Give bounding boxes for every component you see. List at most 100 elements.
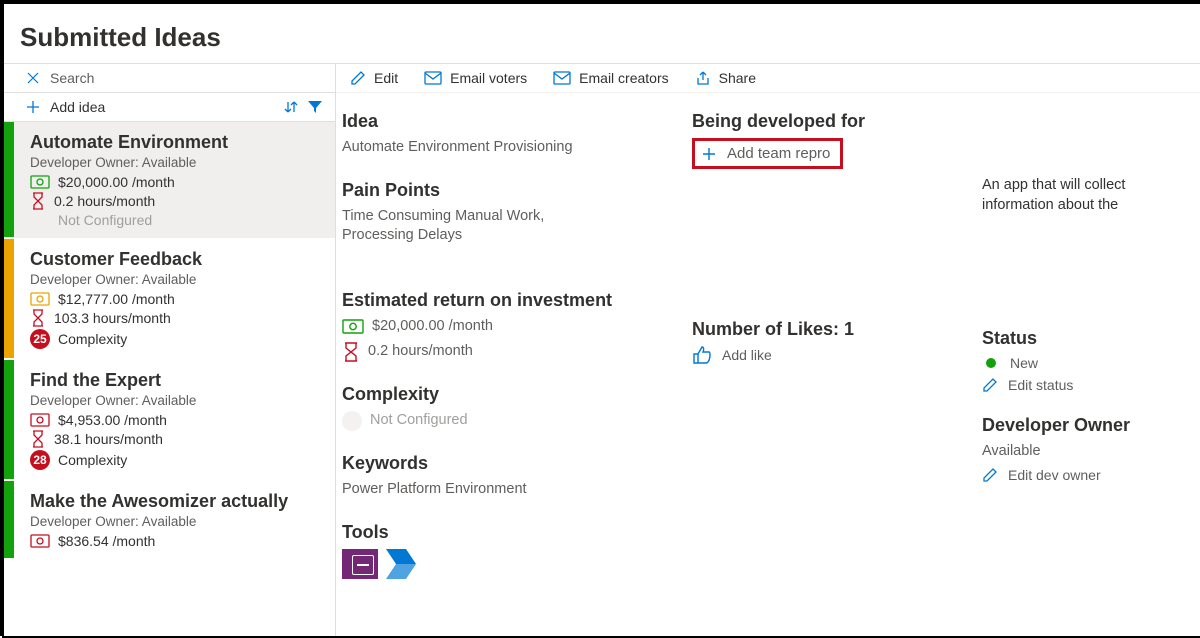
filter-icon[interactable] bbox=[307, 99, 323, 115]
idea-complexity-row: 28 Complexity bbox=[30, 450, 323, 470]
edit-icon bbox=[982, 377, 998, 393]
email-creators-label: Email creators bbox=[579, 70, 668, 86]
pain-heading: Pain Points bbox=[342, 180, 680, 201]
idea-owner: Developer Owner: Available bbox=[30, 514, 323, 529]
idea-complexity-row: Not Configured bbox=[30, 212, 323, 228]
status-dot-icon bbox=[986, 358, 996, 368]
email-voters-button[interactable]: Email voters bbox=[424, 70, 527, 86]
app-root: Submitted Ideas Search Add idea bbox=[4, 4, 1200, 636]
plus-icon bbox=[701, 146, 717, 162]
idea-owner: Developer Owner: Available bbox=[30, 272, 323, 287]
idea-cost-row: $836.54 /month bbox=[30, 533, 323, 549]
idea-item[interactable]: Automate Environment Developer Owner: Av… bbox=[4, 122, 335, 239]
email-creators-button[interactable]: Email creators bbox=[553, 70, 668, 86]
search-placeholder: Search bbox=[50, 70, 94, 86]
edit-dev-owner-button[interactable]: Edit dev owner bbox=[982, 467, 1194, 483]
page-title: Submitted Ideas bbox=[4, 4, 1200, 63]
hourglass-icon bbox=[30, 430, 46, 448]
idea-hours: 0.2 hours/month bbox=[54, 193, 155, 209]
detail-toolbar: Edit Email voters Email creators Share bbox=[336, 64, 1200, 93]
mail-icon bbox=[553, 71, 571, 85]
idea-cost: $12,777.00 /month bbox=[58, 291, 175, 307]
edit-label: Edit bbox=[374, 70, 398, 86]
idea-complexity: Complexity bbox=[58, 452, 127, 468]
idea-item[interactable]: Make the Awesomizer actually Developer O… bbox=[4, 481, 335, 560]
body: Search Add idea bbox=[4, 63, 1200, 636]
roi-hours-row: 0.2 hours/month bbox=[342, 342, 680, 362]
add-like-button[interactable]: Add like bbox=[692, 346, 970, 364]
idea-complexity-row: 25 Complexity bbox=[30, 329, 323, 349]
idea-item[interactable]: Customer Feedback Developer Owner: Avail… bbox=[4, 239, 335, 360]
share-icon bbox=[695, 70, 711, 86]
detail-grid: Idea Automate Environment Provisioning P… bbox=[336, 93, 1200, 636]
add-idea-row[interactable]: Add idea bbox=[4, 93, 335, 122]
edit-icon bbox=[350, 70, 366, 86]
complexity-value: Not Configured bbox=[370, 411, 468, 431]
status-row: New bbox=[982, 355, 1194, 371]
keywords-value: Power Platform Environment bbox=[342, 480, 680, 500]
hourglass-icon bbox=[342, 342, 360, 362]
complexity-heading: Complexity bbox=[342, 384, 680, 405]
tools-heading: Tools bbox=[342, 522, 680, 543]
idea-cost: $836.54 /month bbox=[58, 533, 155, 549]
idea-hours-row: 0.2 hours/month bbox=[30, 192, 323, 210]
detail-col-b: Being developed for Add team repro Numbe… bbox=[686, 111, 976, 636]
idea-cost-row: $20,000.00 /month bbox=[30, 174, 323, 190]
edit-button[interactable]: Edit bbox=[350, 70, 398, 86]
share-button[interactable]: Share bbox=[695, 70, 756, 86]
tool-icon-powerapps bbox=[342, 549, 378, 579]
right-pane: Edit Email voters Email creators Share bbox=[336, 64, 1200, 636]
money-icon bbox=[30, 413, 50, 427]
edit-dev-owner-label: Edit dev owner bbox=[1008, 467, 1101, 483]
idea-list: Automate Environment Developer Owner: Av… bbox=[4, 122, 335, 636]
close-icon[interactable] bbox=[26, 71, 40, 85]
likes-heading: Number of Likes: 1 bbox=[692, 319, 970, 340]
pain-value: Time Consuming Manual Work, Processing D… bbox=[342, 207, 592, 246]
complexity-badge: 28 bbox=[30, 450, 50, 470]
idea-cost: $4,953.00 /month bbox=[58, 412, 167, 428]
edit-icon bbox=[982, 467, 998, 483]
dev-owner-heading: Developer Owner bbox=[982, 415, 1194, 436]
idea-title: Make the Awesomizer actually bbox=[30, 491, 323, 512]
money-icon bbox=[342, 319, 364, 334]
plus-icon bbox=[26, 100, 40, 114]
tool-icon-powerautomate bbox=[386, 549, 422, 579]
search-row[interactable]: Search bbox=[4, 64, 335, 93]
idea-hours-row: 103.3 hours/month bbox=[30, 309, 323, 327]
mail-icon bbox=[424, 71, 442, 85]
money-icon bbox=[30, 175, 50, 189]
add-like-label: Add like bbox=[722, 347, 772, 363]
status-value: New bbox=[1010, 355, 1038, 371]
status-stripe bbox=[4, 239, 14, 358]
complexity-value-row: Not Configured bbox=[342, 411, 680, 431]
status-stripe bbox=[4, 360, 14, 479]
roi-cost-row: $20,000.00 /month bbox=[342, 317, 680, 337]
idea-cost-row: $12,777.00 /month bbox=[30, 291, 323, 307]
share-label: Share bbox=[719, 70, 756, 86]
idea-title: Customer Feedback bbox=[30, 249, 323, 270]
idea-owner: Developer Owner: Available bbox=[30, 393, 323, 408]
add-team-button[interactable]: Add team repro bbox=[692, 138, 843, 169]
add-team-label: Add team repro bbox=[727, 145, 830, 162]
edit-status-button[interactable]: Edit status bbox=[982, 377, 1194, 393]
complexity-icon bbox=[342, 411, 362, 431]
sort-icon[interactable] bbox=[283, 99, 299, 115]
money-icon bbox=[30, 292, 50, 306]
status-stripe bbox=[4, 481, 14, 558]
roi-hours: 0.2 hours/month bbox=[368, 342, 473, 362]
idea-title: Find the Expert bbox=[30, 370, 323, 391]
tools-row bbox=[342, 549, 680, 579]
thumbs-up-icon bbox=[692, 346, 712, 364]
idea-item[interactable]: Find the Expert Developer Owner: Availab… bbox=[4, 360, 335, 481]
idea-description: An app that will collect information abo… bbox=[982, 175, 1194, 216]
roi-cost: $20,000.00 /month bbox=[372, 317, 493, 337]
idea-heading: Idea bbox=[342, 111, 680, 132]
roi-heading: Estimated return on investment bbox=[342, 290, 680, 311]
idea-hours: 103.3 hours/month bbox=[54, 310, 171, 326]
idea-hours-row: 38.1 hours/month bbox=[30, 430, 323, 448]
detail-col-a: Idea Automate Environment Provisioning P… bbox=[336, 111, 686, 636]
idea-complexity: Not Configured bbox=[58, 212, 152, 228]
idea-value: Automate Environment Provisioning bbox=[342, 138, 680, 158]
idea-cost: $20,000.00 /month bbox=[58, 174, 175, 190]
edit-status-label: Edit status bbox=[1008, 377, 1073, 393]
